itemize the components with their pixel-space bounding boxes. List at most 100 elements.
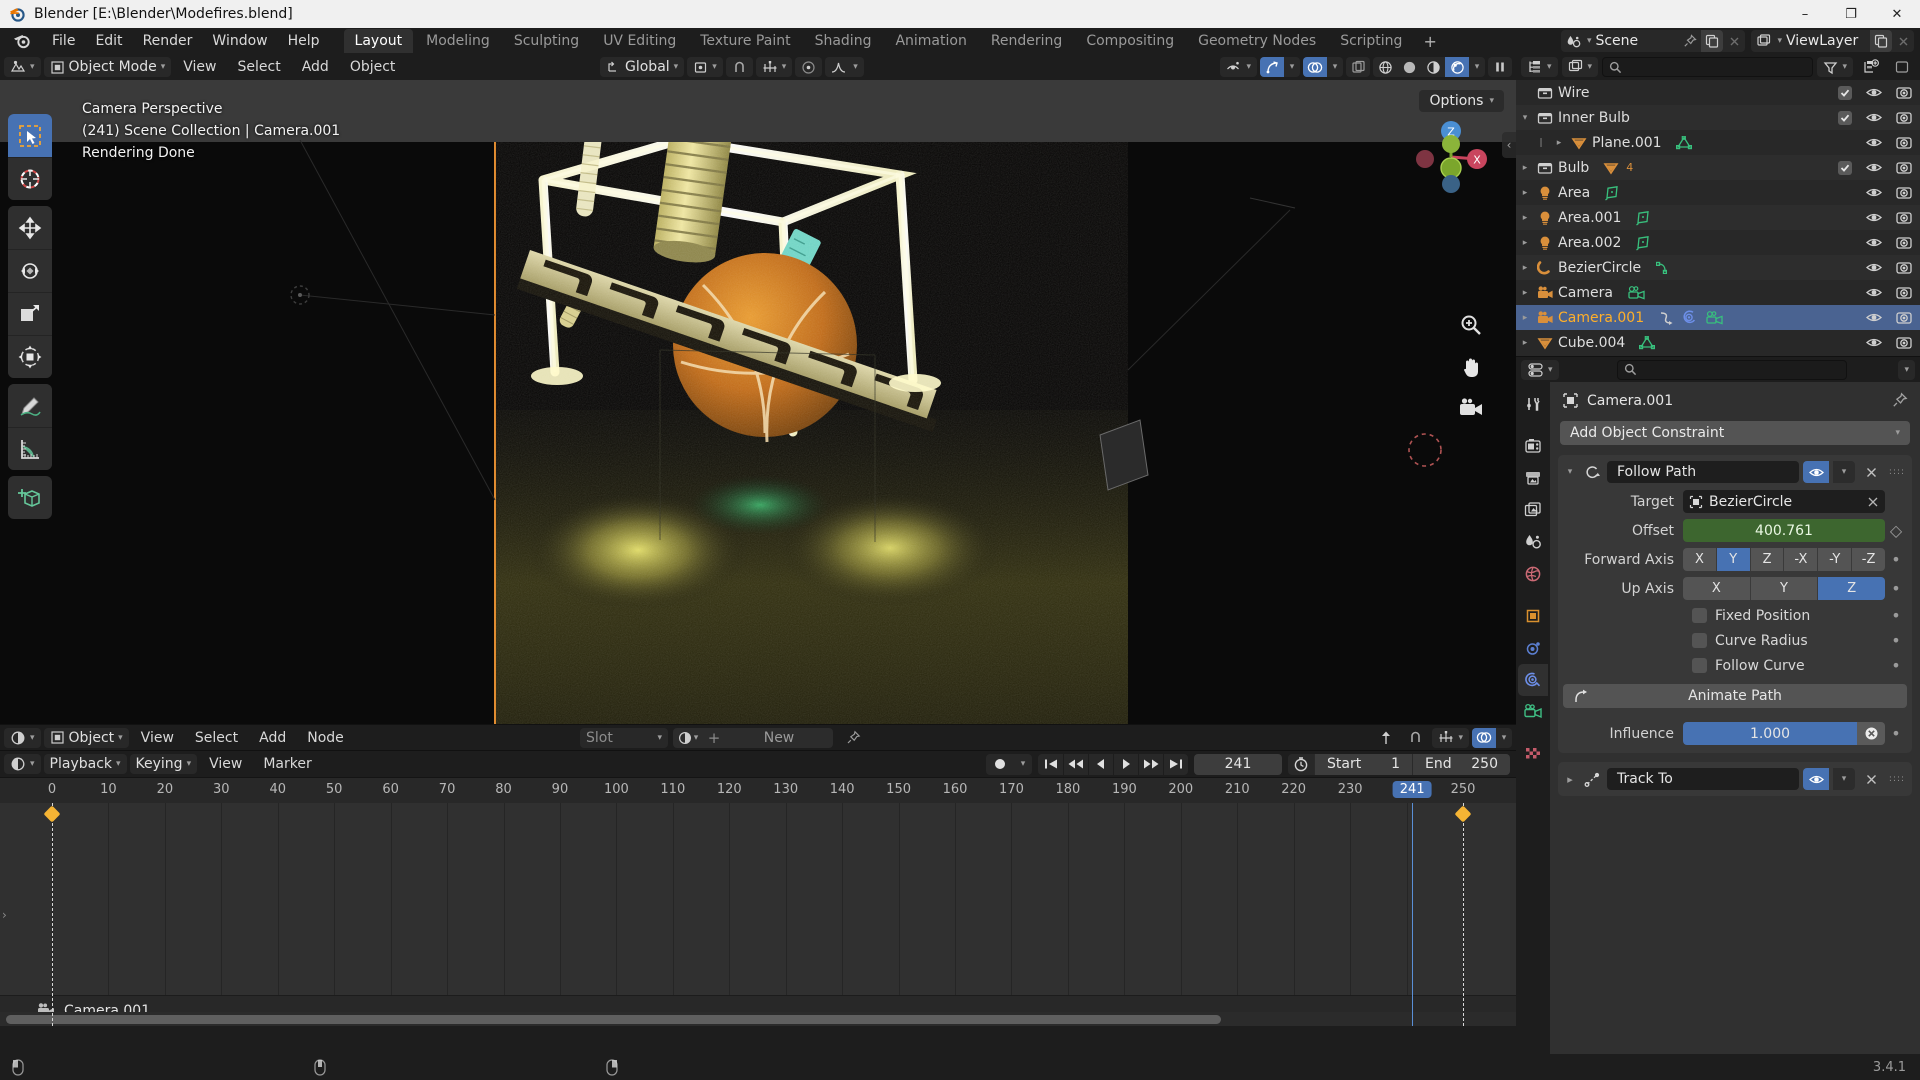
frame-start-field[interactable]: Start 1	[1314, 753, 1412, 775]
constraint-delete-x-icon[interactable]	[1859, 466, 1883, 479]
tab-rendering[interactable]: Rendering	[980, 29, 1074, 53]
outliner-exclude-checkbox[interactable]	[1838, 110, 1852, 125]
viewport-menu-object[interactable]: Object	[341, 59, 405, 75]
node-overlay-chevron-down-icon[interactable]: ▾	[1496, 728, 1512, 748]
outliner-row-plane-001[interactable]: | ▸ Plane.001	[1516, 130, 1920, 155]
gizmo-chevron-down-icon[interactable]: ▾	[1284, 57, 1300, 77]
forward-axis-y[interactable]: Y	[1715, 548, 1750, 571]
curve-radius-animate-dot-icon[interactable]: •	[1885, 631, 1907, 650]
track-to-extras-chevron-down-icon[interactable]: ▾	[1833, 768, 1855, 790]
viewport-navigation-gizmo[interactable]: Z X	[1412, 118, 1490, 196]
snap-magnet-toggle[interactable]	[725, 57, 753, 77]
menu-help[interactable]: Help	[278, 30, 330, 52]
outliner-row-beziercircle[interactable]: ▸ BezierCircle	[1516, 255, 1920, 280]
timeline-ruler[interactable]: 0 10 20 30 40 50 60 70 80 90 100 110 120 130 140 150 160…	[0, 777, 1516, 803]
outliner-disclosure-triangle[interactable]: ▸	[1516, 238, 1534, 248]
outliner-hide-eye-icon[interactable]	[1866, 111, 1882, 124]
properties-editor-type-selector[interactable]: ▾	[1521, 359, 1559, 380]
node-pin-icon[interactable]	[846, 730, 861, 745]
outliner-disclosure-triangle[interactable]: ▸	[1516, 163, 1534, 173]
scene-selector[interactable]: ▾ Scene	[1560, 30, 1746, 52]
outliner-row-wire[interactable]: Wire	[1516, 80, 1920, 105]
outliner-exclude-checkbox[interactable]	[1838, 160, 1852, 175]
tab-object-constraint-properties[interactable]	[1518, 664, 1548, 696]
forward-axis-neg-x[interactable]: -X	[1783, 548, 1818, 571]
outliner-hide-eye-icon[interactable]	[1866, 161, 1882, 174]
up-axis-x[interactable]: X	[1683, 577, 1750, 600]
outliner-row-bulb[interactable]: ▸ Bulb 4	[1516, 155, 1920, 180]
tab-shading[interactable]: Shading	[804, 29, 883, 53]
outliner-disclosure-triangle[interactable]: ▸	[1516, 338, 1534, 348]
current-frame-field[interactable]: 241	[1194, 753, 1282, 775]
tab-sculpting[interactable]: Sculpting	[503, 29, 590, 53]
outliner-disable-render-camera-icon[interactable]	[1896, 160, 1912, 176]
follow-curve-animate-dot-icon[interactable]: •	[1885, 656, 1907, 675]
node-menu-select[interactable]: Select	[186, 730, 247, 746]
viewport-zoom-icon[interactable]	[1456, 310, 1486, 340]
material-preview-button[interactable]	[1421, 57, 1445, 77]
pause-render-button[interactable]	[1488, 57, 1512, 77]
outliner-disable-render-camera-icon[interactable]	[1896, 85, 1912, 101]
visibility-selector[interactable]: ▾	[1220, 57, 1257, 77]
timeline-keying-menu[interactable]: Keying ▾	[129, 754, 198, 774]
tool-move[interactable]	[8, 206, 52, 249]
menu-window[interactable]: Window	[202, 30, 277, 52]
new-material-plus-icon[interactable]: +	[703, 729, 725, 747]
minimize-button[interactable]: –	[1782, 0, 1828, 28]
tab-uv-editing[interactable]: UV Editing	[592, 29, 687, 53]
outliner-disable-render-camera-icon[interactable]	[1896, 185, 1912, 201]
show-gizmo-toggle[interactable]	[1260, 57, 1284, 77]
target-object-field[interactable]: BezierCircle	[1683, 490, 1885, 513]
proportional-falloff-selector[interactable]: ▾	[825, 57, 864, 77]
up-axis-y[interactable]: Y	[1749, 577, 1818, 600]
tool-rotate[interactable]	[8, 249, 52, 292]
auto-keying-record-icon[interactable]	[986, 757, 1014, 771]
outliner-row-inner-bulb[interactable]: ▾ Inner Bulb	[1516, 105, 1920, 130]
animate-path-button[interactable]: Animate Path	[1563, 684, 1907, 708]
outliner-new-collection-button[interactable]	[1857, 57, 1885, 77]
show-overlays-toggle[interactable]	[1303, 57, 1327, 77]
viewlayer-new-copy-icon[interactable]	[1870, 30, 1892, 52]
outliner-disable-render-camera-icon[interactable]	[1896, 235, 1912, 251]
follow-curve-checkbox[interactable]	[1692, 658, 1707, 673]
scene-new-copy-icon[interactable]	[1701, 30, 1724, 52]
next-keyframe-button[interactable]	[1138, 753, 1163, 775]
proportional-editing-toggle[interactable]	[795, 57, 823, 77]
overlay-chevron-down-icon[interactable]: ▾	[1327, 57, 1343, 77]
timeline-editor-type-selector[interactable]: ▾	[4, 754, 41, 774]
tab-scene-properties[interactable]	[1518, 526, 1548, 558]
forward-axis-x[interactable]: X	[1683, 548, 1716, 571]
menu-render[interactable]: Render	[133, 30, 203, 52]
influence-animate-dot-icon[interactable]: •	[1885, 724, 1907, 743]
properties-options-chevron[interactable]: ▾	[1898, 359, 1915, 380]
constraint-drag-handle[interactable]: ::::	[1887, 467, 1907, 477]
new-material-button[interactable]: ▾ + New	[673, 727, 833, 748]
outliner-hide-eye-icon[interactable]	[1866, 186, 1882, 199]
tool-add-cube[interactable]	[8, 476, 52, 519]
viewport-3d[interactable]: Camera Perspective (241) Scene Collectio…	[0, 80, 1516, 724]
outliner-disable-render-camera-icon[interactable]	[1896, 310, 1912, 326]
outliner-filter-button[interactable]: ▾	[1817, 57, 1853, 77]
properties-search-input[interactable]	[1616, 359, 1847, 380]
tab-output-properties[interactable]	[1518, 462, 1548, 494]
outliner-hide-eye-icon[interactable]	[1866, 211, 1882, 224]
outliner-row-camera[interactable]: ▸ Camera	[1516, 280, 1920, 305]
outliner-hide-eye-icon[interactable]	[1866, 286, 1882, 299]
node-parent-icon[interactable]	[1373, 728, 1399, 748]
forward-axis-animate-dot-icon[interactable]: •	[1885, 550, 1907, 569]
timeline-keyframe-marker[interactable]	[43, 805, 61, 823]
timeline-channels-expand-arrow[interactable]: ›	[2, 908, 7, 922]
tool-tweak-select[interactable]	[8, 114, 52, 157]
viewlayer-delete-icon[interactable]	[1892, 30, 1914, 52]
tab-object-properties[interactable]	[1518, 600, 1548, 632]
track-to-delete-x-icon[interactable]	[1859, 773, 1883, 786]
outliner-hide-eye-icon[interactable]	[1866, 236, 1882, 249]
influence-slider[interactable]: 1.000	[1683, 722, 1885, 745]
object-mode-selector[interactable]: Object Mode ▾	[43, 57, 172, 77]
outliner-row-area[interactable]: ▸ Area	[1516, 180, 1920, 205]
frame-end-field[interactable]: End 250	[1412, 753, 1510, 775]
tool-measure[interactable]	[8, 427, 52, 470]
outliner-search-input[interactable]	[1602, 57, 1814, 77]
outliner-disable-render-camera-icon[interactable]	[1896, 260, 1912, 276]
node-snap-settings[interactable]: ▾	[1432, 727, 1469, 748]
